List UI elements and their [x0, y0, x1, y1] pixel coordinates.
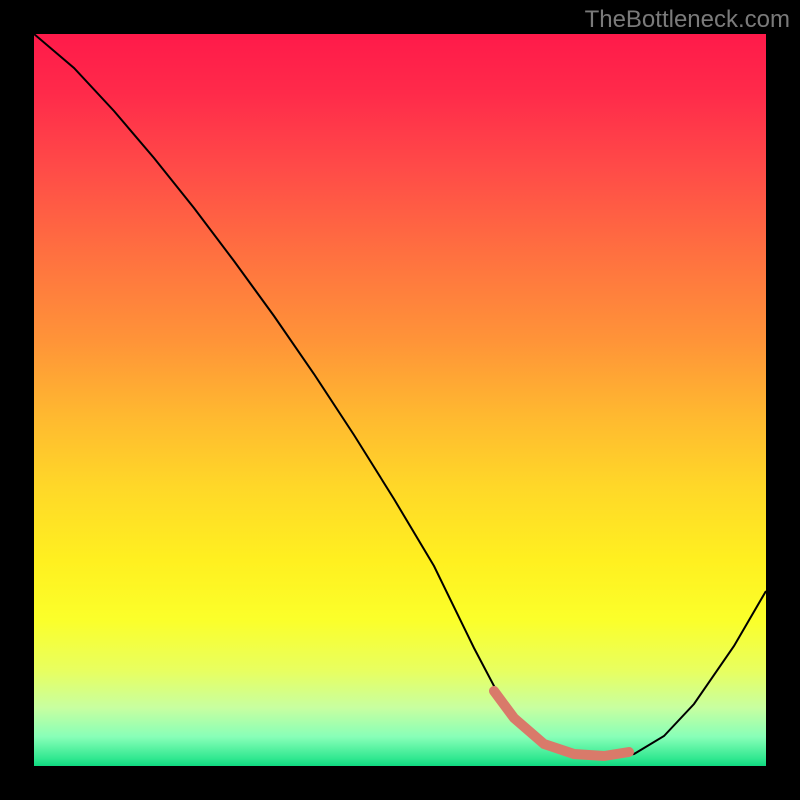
watermark-text: TheBottleneck.com	[585, 6, 790, 34]
chart-plot-area	[34, 34, 766, 766]
optimal-range-highlight	[494, 691, 629, 756]
chart-svg	[34, 34, 766, 766]
bottleneck-curve	[34, 34, 766, 758]
